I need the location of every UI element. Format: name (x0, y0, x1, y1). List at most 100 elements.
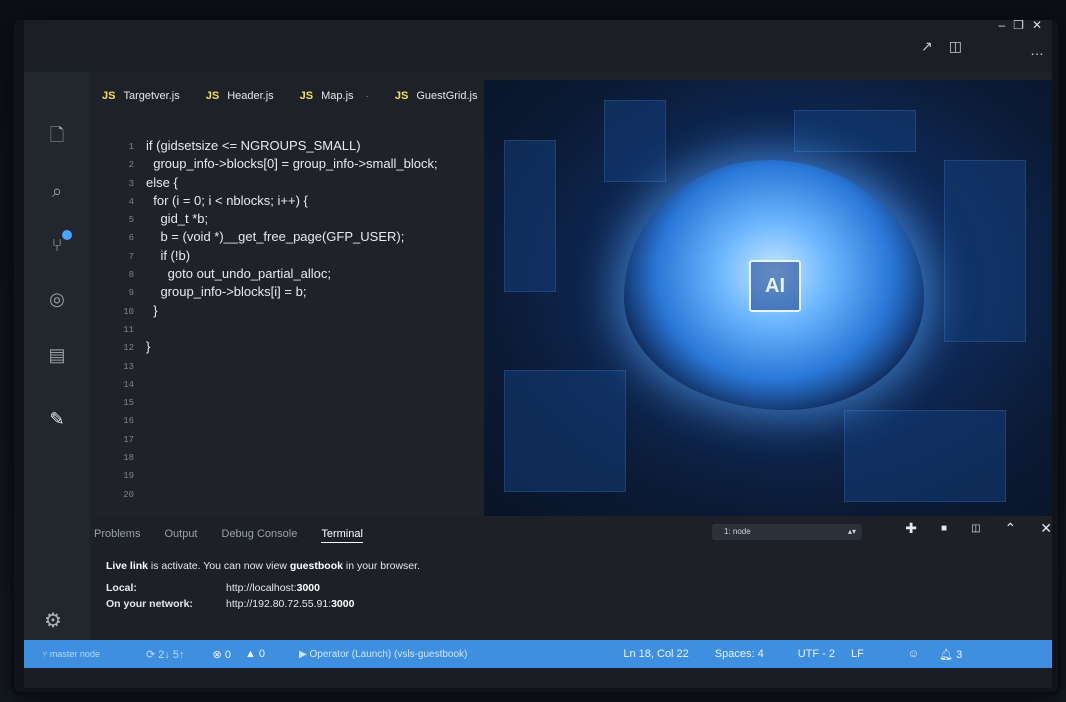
local-url[interactable]: http://localhost:3000 (226, 580, 320, 596)
code-line: if (!b) (146, 247, 191, 263)
code-line: b = (void *)__get_free_page(GFP_USER); (146, 229, 405, 245)
branch-icon: ⑂ (42, 649, 48, 659)
terminal-line: Live link is activate. You can now view … (106, 558, 420, 574)
launch-config[interactable]: ▶ Operator (Launch) (vsls-guestbook) (299, 649, 467, 660)
terminal-text: in your browser. (342, 560, 420, 572)
line-number: 1 (128, 142, 134, 152)
external-link-icon[interactable]: ↗ (921, 38, 933, 55)
restore-icon[interactable]: ❐ (1013, 20, 1024, 32)
line-number: 12 (123, 343, 134, 354)
code-line: group_info->blocks[0] = group_info->smal… (146, 156, 438, 172)
line-number: 2 (128, 160, 134, 171)
notification-count: 3 (956, 648, 963, 661)
error-count: 0 (224, 648, 231, 661)
split-editor-icon[interactable]: ◫ (949, 38, 962, 55)
ai-brain-image: AI (484, 80, 1052, 520)
tab-terminal[interactable]: Terminal (321, 528, 363, 543)
panel-controls: ✚ ■ ◫ ⌃ ✕ (905, 520, 1052, 538)
code-line: else { (146, 174, 178, 190)
url-text: http://192.80.72.55.91: (226, 598, 332, 610)
port-text: 3000 (296, 582, 320, 594)
code-line: } (146, 339, 151, 355)
code-line: group_info->blocks[i] = b; (146, 284, 307, 300)
hud-panel (504, 370, 626, 492)
tab-label: Targetver.js (123, 90, 180, 102)
line-number: 15 (123, 398, 134, 409)
line-number: 9 (128, 288, 134, 299)
search-icon[interactable]: ⌕ (44, 178, 70, 204)
code-editor[interactable]: 1 2 3 4 5 6 7 8 9 10 11 12 13 14 15 16 17 18 19 20 if (gids… (94, 116, 484, 516)
terminal-select[interactable]: 1: node ▴▾ (712, 524, 862, 540)
errors-indicator[interactable]: ⊗ 0 (213, 648, 231, 661)
close-icon[interactable]: ✕ (1032, 20, 1042, 32)
line-number: 20 (123, 489, 134, 500)
maximize-panel-icon[interactable]: ⌃ (1005, 520, 1017, 538)
encoding[interactable]: UTF - 2 (798, 648, 835, 660)
settings-gear-icon[interactable]: ⚙ (44, 608, 62, 633)
tab-label: Map.js (321, 90, 354, 102)
edit-icon[interactable]: ✎ (44, 406, 70, 432)
cursor-position[interactable]: Ln 18, Col 22 (623, 648, 688, 660)
notifications[interactable]: 🔔︎ 3 (939, 648, 962, 661)
files-icon[interactable]: 🗋 (44, 122, 70, 148)
tab-output[interactable]: Output (164, 528, 197, 543)
more-actions-icon[interactable]: … (1030, 42, 1044, 58)
line-number: 4 (128, 196, 134, 207)
close-panel-icon[interactable]: ✕ (1040, 520, 1052, 538)
minimize-icon[interactable]: – (998, 20, 1005, 32)
code-line: for (i = 0; i < nblocks; i++) { (146, 192, 308, 208)
network-label: On your network: (106, 598, 193, 610)
line-number: 17 (123, 434, 134, 445)
network-url[interactable]: http://192.80.72.55.91:3000 (226, 596, 354, 612)
port-text: 3000 (331, 598, 355, 610)
line-number: 16 (123, 416, 134, 427)
guestbook-text: guestbook (289, 560, 343, 572)
line-number: 10 (123, 306, 134, 317)
extensions-icon[interactable]: ▤ (44, 342, 70, 368)
js-file-icon: JS (299, 90, 314, 102)
tab-problems[interactable]: Problems (94, 528, 140, 543)
title-bar: – ❐ ✕ ↗ ◫ … (24, 20, 1052, 72)
line-number: 18 (123, 453, 134, 464)
code-line: goto out_undo_partial_alloc; (146, 266, 332, 282)
line-ending[interactable]: LF (851, 648, 864, 660)
sync-indicator[interactable]: ⟳ 2↓ 5↑ (146, 648, 185, 661)
source-control-icon[interactable]: ⑂ (44, 230, 72, 258)
line-number: 19 (123, 471, 134, 482)
code-content[interactable]: if (gidsetsize <= NGROUPS_SMALL) group_i… (146, 138, 438, 358)
code-line: } (146, 302, 158, 318)
new-terminal-plus-icon[interactable]: ✚ (905, 520, 917, 538)
activity-bar: 🗋 ⌕ ⑂ ◎ ▤ ✎ (24, 72, 90, 652)
line-number: 13 (123, 361, 134, 372)
debug-icon[interactable]: ◎ (44, 286, 70, 312)
indentation[interactable]: Spaces: 4 (715, 648, 764, 660)
warning-count: 0 (258, 648, 266, 660)
line-number: 7 (128, 251, 134, 262)
tab-debug-console[interactable]: Debug Console (222, 528, 298, 543)
trash-icon[interactable]: ■ (941, 520, 947, 538)
terminal-output[interactable]: Live link is activate. You can now view … (106, 558, 420, 612)
monitor-frame: – ❐ ✕ ↗ ◫ … JS Targetver.js JS Header.js… (14, 20, 1058, 692)
warnings-indicator[interactable]: ▲ 0 (245, 648, 265, 660)
play-icon: ▶ (299, 648, 307, 660)
status-bar: ⑂ master node ⟳ 2↓ 5↑ ⊗ 0 ▲ 0 ▶ Operator… (24, 640, 1052, 668)
branch-indicator[interactable]: ⑂ master node (42, 649, 100, 659)
line-number: 8 (128, 270, 134, 281)
tab-map[interactable]: JS Map.js (300, 90, 354, 102)
notification-badge (62, 230, 72, 240)
sync-icon: ⟳ (145, 648, 156, 661)
split-terminal-icon[interactable]: ◫ (971, 520, 980, 538)
launch-name: Operator (Launch) (309, 648, 392, 660)
editor-actions: ↗ ◫ (921, 38, 962, 55)
tab-header[interactable]: JS Header.js (206, 90, 274, 102)
js-file-icon: JS (205, 90, 220, 102)
line-number: 14 (123, 379, 134, 390)
tab-guestgrid[interactable]: JS GuestGrid.js (395, 90, 478, 102)
feedback-smiley-icon[interactable]: ☺ (908, 648, 919, 660)
tab-targetver[interactable]: JS Targetver.js (102, 90, 180, 102)
warning-icon: ▲ (244, 648, 256, 660)
hud-panel (944, 160, 1026, 342)
error-icon: ⊗ (212, 648, 222, 661)
hud-panel (794, 110, 916, 152)
